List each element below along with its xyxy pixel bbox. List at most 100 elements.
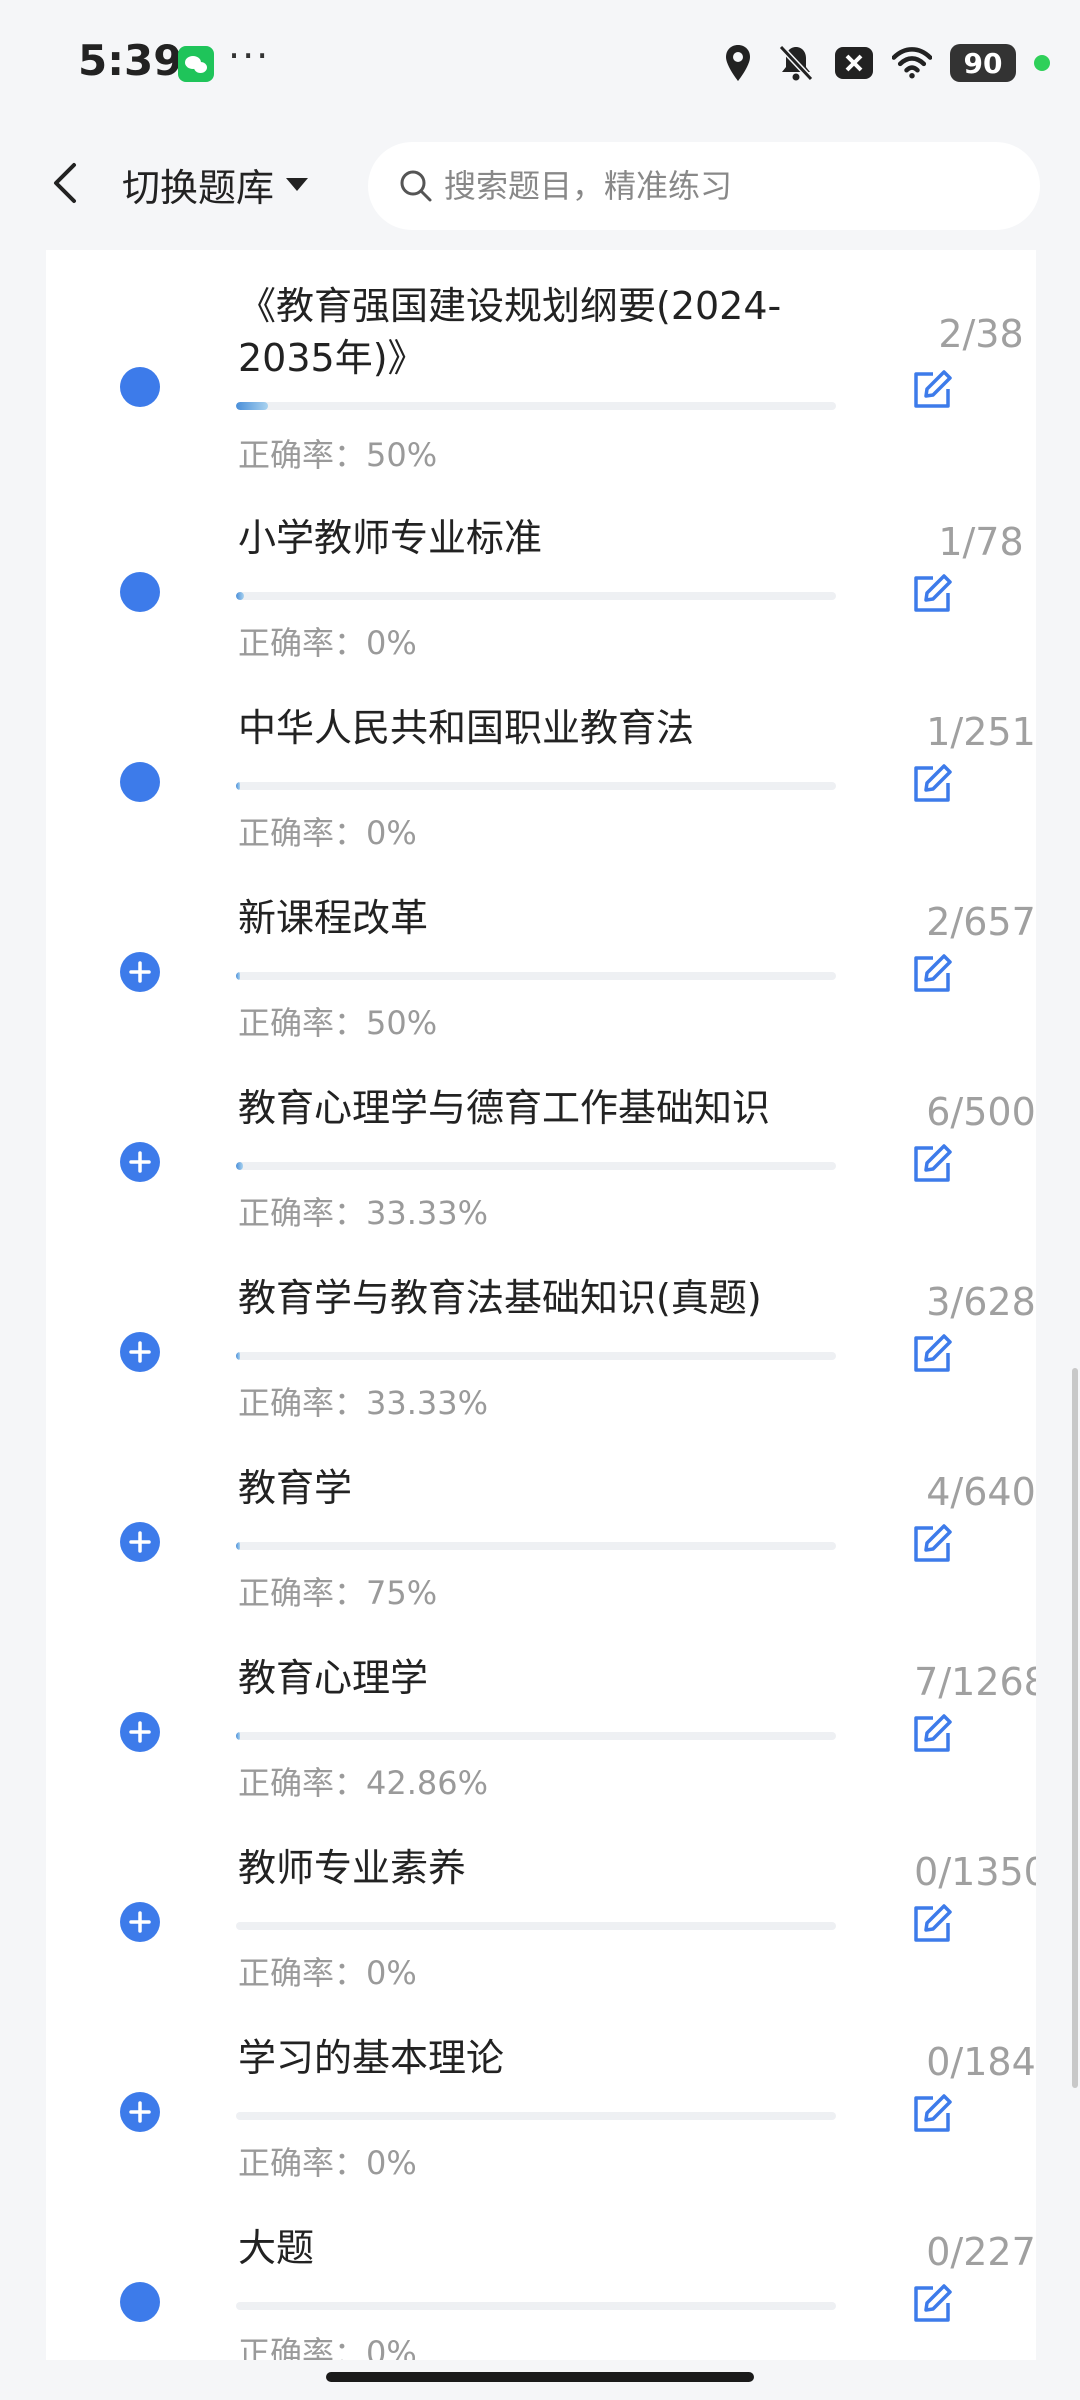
scrollbar[interactable] <box>1072 1368 1078 2088</box>
edit-icon[interactable] <box>910 368 954 412</box>
dot-icon <box>120 367 160 407</box>
item-count: 0/227 <box>926 2230 1036 2274</box>
search-box[interactable] <box>368 142 1040 230</box>
progress-fill <box>236 592 244 600</box>
sim-blocked-icon <box>834 43 874 83</box>
question-bank-list: 《教育强国建设规划纲要(2024-2035年)》 正确率：50% 2/38 小学… <box>46 250 1036 2360</box>
search-input[interactable] <box>442 166 1006 206</box>
plus-circle-icon[interactable] <box>120 1902 160 1942</box>
plus-circle-icon[interactable] <box>120 1332 160 1372</box>
accuracy-text: 正确率：0% <box>238 2334 417 2360</box>
item-count: 7/1268 <box>914 1660 1036 1704</box>
item-title: 教育心理学 <box>238 1656 429 1700</box>
home-indicator[interactable] <box>326 2372 754 2382</box>
progress-bar <box>236 402 836 410</box>
list-item[interactable]: 教师专业素养 正确率：0% 0/1350 <box>46 1842 1036 2032</box>
item-title: 学习的基本理论 <box>238 2036 505 2080</box>
list-item[interactable]: 教育心理学与德育工作基础知识 正确率：33.33% 6/500 <box>46 1082 1036 1272</box>
progress-bar <box>236 1542 836 1550</box>
location-icon <box>718 43 758 83</box>
battery-icon: 90 <box>950 44 1016 82</box>
list-item[interactable]: 教育心理学 正确率：42.86% 7/1268 <box>46 1652 1036 1842</box>
edit-icon[interactable] <box>910 1902 954 1946</box>
plus-circle-icon[interactable] <box>120 2092 160 2132</box>
progress-fill <box>236 1542 240 1550</box>
progress-bar <box>236 1732 836 1740</box>
edit-icon[interactable] <box>910 572 954 616</box>
list-item[interactable]: 学习的基本理论 正确率：0% 0/184 <box>46 2032 1036 2222</box>
list-item[interactable]: 教育学 正确率：75% 4/640 <box>46 1462 1036 1652</box>
progress-fill <box>236 1732 240 1740</box>
edit-icon[interactable] <box>910 1142 954 1186</box>
plus-circle-icon[interactable] <box>120 952 160 992</box>
item-title: 大题 <box>238 2226 315 2270</box>
plus-circle-icon[interactable] <box>120 1712 160 1752</box>
progress-fill <box>236 972 240 980</box>
accuracy-text: 正确率：33.33% <box>238 1384 489 1422</box>
list-item[interactable]: 《教育强国建设规划纲要(2024-2035年)》 正确率：50% 2/38 <box>46 272 1036 502</box>
status-icons: 90 <box>718 38 1050 88</box>
item-count: 3/628 <box>926 1280 1036 1324</box>
item-title: 中华人民共和国职业教育法 <box>238 706 695 750</box>
dot-icon <box>120 762 160 802</box>
item-count: 1/251 <box>926 710 1036 754</box>
item-count: 0/1350 <box>914 1850 1036 1894</box>
back-button[interactable] <box>40 158 90 208</box>
edit-icon[interactable] <box>910 1522 954 1566</box>
mute-bell-icon <box>776 43 816 83</box>
progress-bar <box>236 1922 836 1930</box>
switch-question-bank-label: 切换题库 <box>122 165 275 210</box>
status-time: 5:39 <box>78 36 183 85</box>
item-count: 4/640 <box>926 1470 1036 1514</box>
edit-icon[interactable] <box>910 952 954 996</box>
accuracy-text: 正确率：33.33% <box>238 1194 489 1232</box>
item-count: 1/78 <box>938 520 1024 564</box>
chevron-left-icon <box>54 163 76 203</box>
progress-bar <box>236 1162 836 1170</box>
caret-down-icon <box>286 178 309 191</box>
plus-circle-icon[interactable] <box>120 1142 160 1182</box>
switch-question-bank-button[interactable]: 切换题库 <box>122 154 310 214</box>
item-count: 2/38 <box>938 312 1024 356</box>
progress-fill <box>236 1352 240 1360</box>
more-notifications-icon: ··· <box>228 34 271 78</box>
item-count: 6/500 <box>926 1090 1036 1134</box>
accuracy-text: 正确率：0% <box>238 1954 417 1992</box>
accuracy-text: 正确率：50% <box>238 1004 438 1042</box>
edit-icon[interactable] <box>910 762 954 806</box>
progress-bar <box>236 2302 836 2310</box>
edit-icon[interactable] <box>910 1712 954 1756</box>
item-title: 小学教师专业标准 <box>238 516 543 560</box>
plus-circle-icon[interactable] <box>120 1522 160 1562</box>
progress-fill <box>236 402 268 410</box>
edit-icon[interactable] <box>910 1332 954 1376</box>
item-title: 教师专业素养 <box>238 1846 467 1890</box>
accuracy-text: 正确率：75% <box>238 1574 438 1612</box>
edit-icon[interactable] <box>910 2092 954 2136</box>
list-item[interactable]: 新课程改革 正确率：50% 2/657 <box>46 892 1036 1082</box>
list-item[interactable]: 中华人民共和国职业教育法 正确率：0% 1/251 <box>46 702 1036 892</box>
list-item[interactable]: 教育学与教育法基础知识(真题) 正确率：33.33% 3/628 <box>46 1272 1036 1462</box>
accuracy-text: 正确率：0% <box>238 624 417 662</box>
list-item[interactable]: 小学教师专业标准 正确率：0% 1/78 <box>46 512 1036 702</box>
charging-dot-icon <box>1034 55 1050 71</box>
item-title: 教育学 <box>238 1466 353 1510</box>
top-bar: 切换题库 <box>0 120 1080 250</box>
item-title: 教育心理学与德育工作基础知识 <box>238 1086 771 1130</box>
wechat-icon <box>178 46 214 82</box>
item-count: 0/184 <box>926 2040 1036 2084</box>
dot-icon <box>120 2282 160 2322</box>
progress-fill <box>236 1162 244 1170</box>
accuracy-text: 正确率：0% <box>238 2144 417 2182</box>
item-count: 2/657 <box>926 900 1036 944</box>
progress-bar <box>236 972 836 980</box>
edit-icon[interactable] <box>910 2282 954 2326</box>
accuracy-text: 正确率：0% <box>238 814 417 852</box>
accuracy-text: 正确率：50% <box>238 436 438 474</box>
item-title: 新课程改革 <box>238 896 429 940</box>
item-title: 《教育强国建设规划纲要(2024-2035年)》 <box>238 284 782 380</box>
list-item[interactable]: 大题 正确率：0% 0/227 <box>46 2222 1036 2360</box>
progress-bar <box>236 592 836 600</box>
dot-icon <box>120 572 160 612</box>
item-title: 教育学与教育法基础知识(真题) <box>238 1276 762 1320</box>
